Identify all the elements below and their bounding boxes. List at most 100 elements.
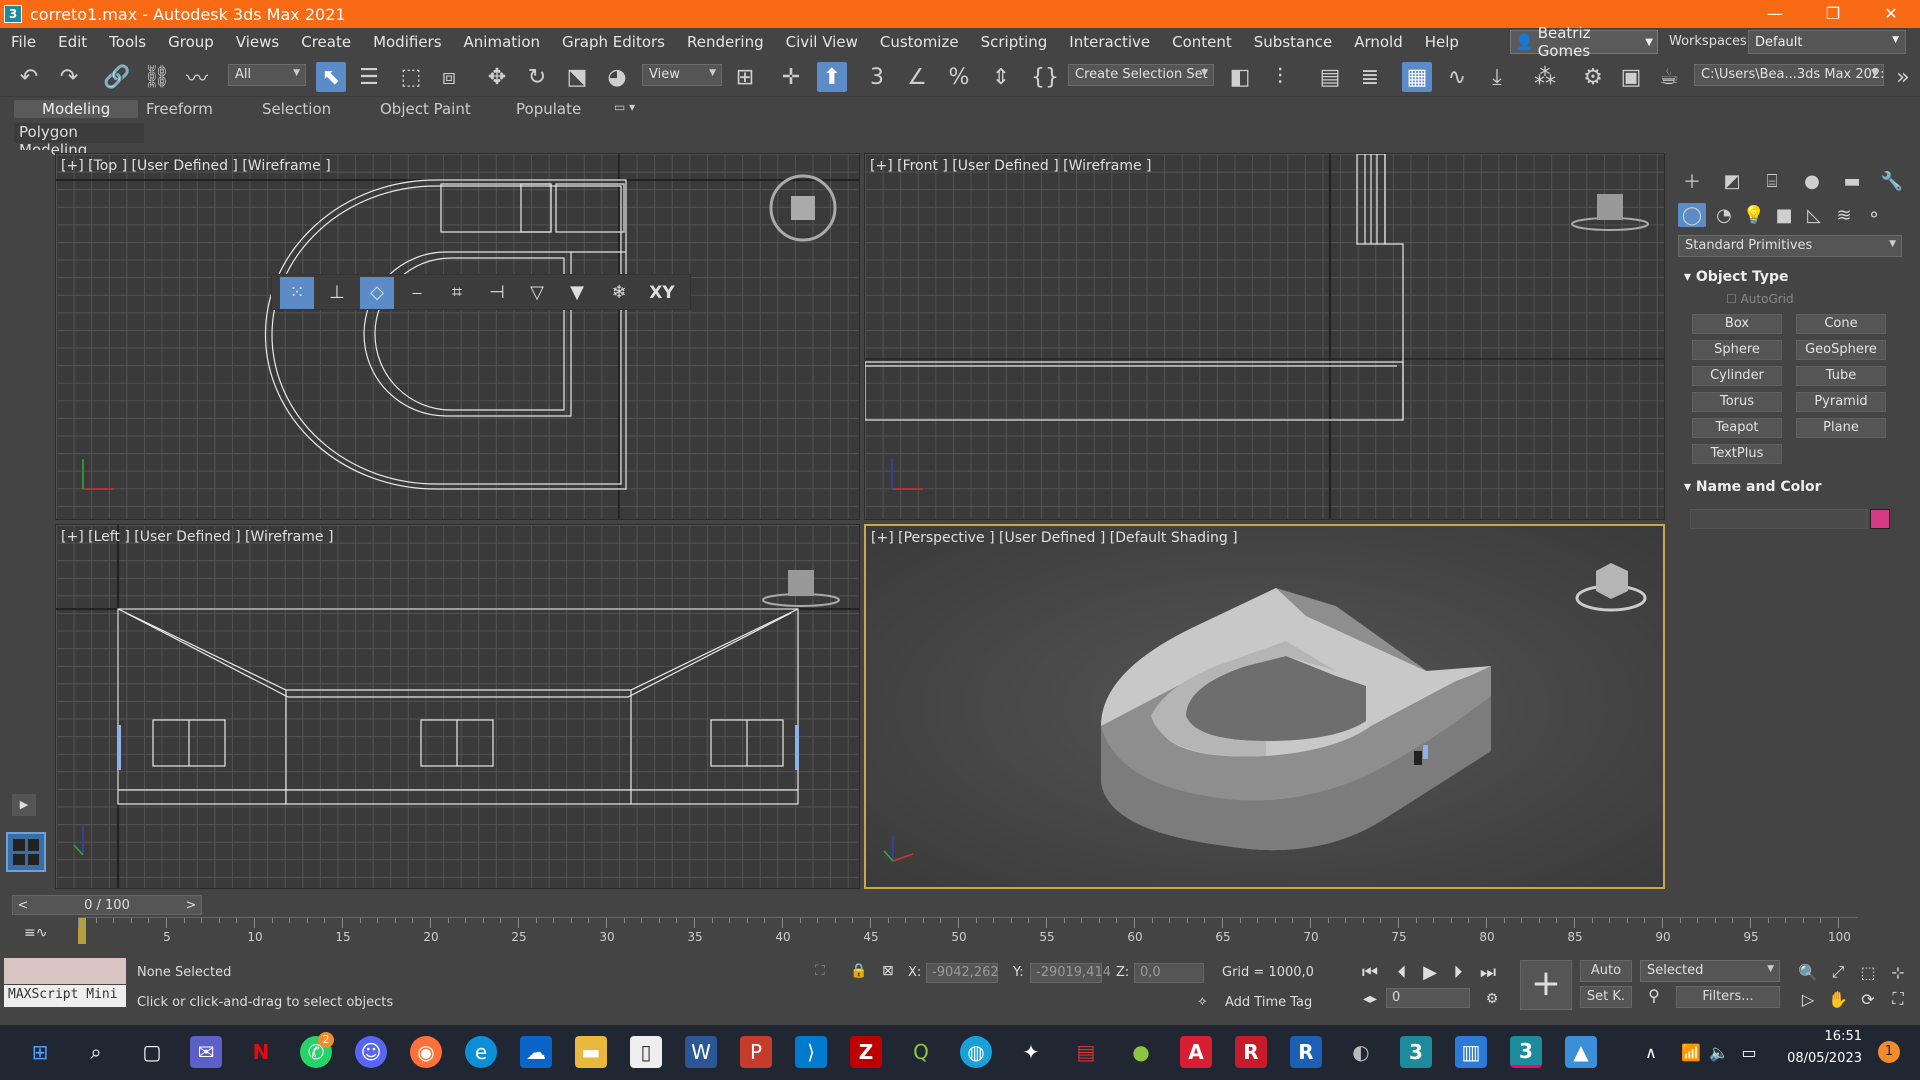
auto-key-button[interactable]: Auto (1580, 960, 1632, 982)
discord-icon[interactable]: ☺ (355, 1036, 387, 1068)
viewport-top[interactable]: [+] [Top ] [User Defined ] [Wireframe ] … (55, 153, 860, 520)
reference-coordinate-dropdown[interactable]: View (642, 64, 722, 86)
window-crossing-icon[interactable]: ⧈ (434, 62, 464, 92)
menu-animation[interactable]: Animation (453, 33, 551, 51)
polygon-modeling-panel[interactable]: Polygon Modeling (14, 123, 144, 159)
maximize-button[interactable]: ❐ (1804, 0, 1862, 28)
link-icon[interactable]: 🔗 (102, 62, 132, 92)
close-button[interactable]: ✕ (1862, 0, 1920, 28)
perpendicular-snap-icon[interactable]: ⌗ (440, 277, 474, 309)
tab-object-paint[interactable]: Object Paint (380, 100, 471, 118)
shapes-icon[interactable]: ◔ (1710, 203, 1738, 227)
time-tag-icon[interactable]: ⟡ (1198, 994, 1207, 1009)
outlook-icon[interactable]: ☁ (520, 1036, 552, 1068)
systems-icon[interactable]: ⚬ (1860, 203, 1888, 227)
geosphere-button[interactable]: GeoSphere (1796, 340, 1886, 360)
pivot-snap-icon[interactable]: ⊥ (320, 277, 354, 309)
space-warps-icon[interactable]: ≋ (1830, 203, 1858, 227)
select-manipulate-icon[interactable]: ✛ (776, 62, 806, 92)
sketchup-icon[interactable]: ◐ (1345, 1036, 1377, 1068)
menu-customize[interactable]: Customize (869, 33, 970, 51)
edge-icon[interactable]: e (465, 1036, 497, 1068)
menu-civil-view[interactable]: Civil View (775, 33, 869, 51)
3dsmax-active-icon[interactable]: 3 (1510, 1036, 1542, 1068)
maxscript-listener-output[interactable] (4, 958, 126, 984)
cone-button[interactable]: Cone (1796, 314, 1886, 334)
menu-views[interactable]: Views (225, 33, 290, 51)
move-icon[interactable]: ✥ (482, 62, 512, 92)
field-of-view-icon[interactable]: ⊹ (1880, 960, 1916, 984)
minimize-button[interactable]: — (1746, 0, 1804, 28)
tab-selection[interactable]: Selection (262, 100, 331, 118)
expand-layouts-icon[interactable]: ▶ (12, 794, 36, 816)
add-time-tag[interactable]: Add Time Tag (1225, 995, 1312, 1010)
ribbon-toggle-icon[interactable]: ▦ (1402, 62, 1432, 92)
object-name-input[interactable] (1690, 509, 1868, 529)
key-filter-selected-dropdown[interactable]: Selected (1640, 960, 1780, 982)
tab-freeform[interactable]: Freeform (146, 100, 213, 118)
helpers-icon[interactable]: ◺ (1800, 203, 1828, 227)
viewport-left-label[interactable]: [+] [Left ] [User Defined ] [Wireframe ] (61, 529, 333, 545)
ribbon-options-icon[interactable]: ▭ ▾ (614, 100, 635, 114)
user-account-dropdown[interactable]: 👤 Beatriz Gomes ▼ (1510, 24, 1658, 60)
menu-tools[interactable]: Tools (98, 33, 157, 51)
torus-button[interactable]: Torus (1692, 392, 1782, 412)
autocad-icon[interactable]: A (1180, 1036, 1212, 1068)
curve-editor-icon[interactable]: ∿ (1442, 62, 1472, 92)
maxscript-mini-input[interactable]: MAXScript Mini (4, 985, 126, 1007)
tab-modeling[interactable]: Modeling (14, 100, 139, 118)
midpoint-snap-icon[interactable]: ⊣ (480, 277, 514, 309)
viewport-perspective[interactable]: [+] [Perspective ] [User Defined ] [Defa… (864, 524, 1665, 889)
z-coordinate-field[interactable]: 0,0 (1134, 963, 1204, 983)
absolute-mode-icon[interactable]: ⊠ (882, 963, 894, 979)
volume-icon[interactable]: 🔈 (1703, 1036, 1735, 1068)
grid-points-snap-icon[interactable]: ⁙ (280, 277, 314, 309)
viewport-top-label[interactable]: [+] [Top ] [User Defined ] [Wireframe ] (61, 158, 331, 174)
project-folder-dropdown[interactable]: C:\Users\Bea...3ds Max 202: (1694, 64, 1884, 86)
selection-lock-icon[interactable]: 🔒 (850, 963, 867, 979)
sphere-button[interactable]: Sphere (1692, 340, 1782, 360)
create-tab-icon[interactable]: ＋ (1678, 169, 1706, 193)
current-frame-field[interactable]: 0 (1386, 988, 1470, 1008)
snaps-toggle-icon[interactable]: 3 (862, 62, 892, 92)
netflix-icon[interactable]: N (245, 1036, 277, 1068)
autogrid-checkbox[interactable]: ☐ AutoGrid (1726, 292, 1794, 306)
percent-snap-icon[interactable]: % (944, 62, 974, 92)
3dsmax-icon[interactable]: 3 (1400, 1036, 1432, 1068)
task-view-icon[interactable]: ▢ (136, 1036, 168, 1068)
chevron-up-icon[interactable]: ∧ (1635, 1036, 1667, 1068)
powerpoint-icon[interactable]: P (740, 1036, 772, 1068)
y-coordinate-field[interactable]: -29019,414 (1030, 963, 1111, 983)
utilities-tab-icon[interactable]: 🔧 (1878, 169, 1906, 193)
unlink-icon[interactable]: ⛓ (142, 62, 172, 92)
default-tangents-icon[interactable]: ⚲ (1640, 986, 1668, 1008)
search-icon[interactable]: ⌕ (80, 1036, 112, 1068)
geometry-icon[interactable]: ◯ (1678, 203, 1706, 227)
viewport-front-label[interactable]: [+] [Front ] [User Defined ] [Wireframe … (870, 158, 1151, 174)
set-key-button[interactable]: + (1520, 960, 1572, 1010)
game-app-icon[interactable]: ✦ (1015, 1036, 1047, 1068)
rotate-icon[interactable]: ↻ (522, 62, 552, 92)
menu-modifiers[interactable]: Modifiers (362, 33, 452, 51)
pdf-app-icon[interactable]: ▤ (1070, 1036, 1102, 1068)
menu-interactive[interactable]: Interactive (1058, 33, 1161, 51)
x-coordinate-field[interactable]: -9042,262 (926, 963, 999, 983)
menu-help[interactable]: Help (1414, 33, 1470, 51)
cameras-icon[interactable]: ■ (1770, 203, 1798, 227)
selection-filter-dropdown[interactable]: All (228, 64, 306, 86)
qgis-icon[interactable]: Q (905, 1036, 937, 1068)
green-app-icon[interactable]: ● (1125, 1036, 1157, 1068)
snap-to-frozen-icon[interactable]: ❄ (602, 277, 636, 309)
time-configuration-icon[interactable]: ⚙ (1474, 987, 1510, 1011)
vscode-icon[interactable]: ⟩ (795, 1036, 827, 1068)
mirror-icon[interactable]: ◧ (1225, 62, 1255, 92)
box-button[interactable]: Box (1692, 314, 1782, 334)
file-explorer-icon[interactable]: ▬ (575, 1036, 607, 1068)
key-filters-button[interactable]: Filters... (1676, 986, 1780, 1008)
align-icon[interactable]: ⫶ (1265, 62, 1295, 92)
select-by-name-icon[interactable]: ☰ (354, 62, 384, 92)
bind-space-warp-icon[interactable]: 〰 (182, 62, 212, 92)
workspace-dropdown[interactable]: Default ▼ (1748, 30, 1906, 54)
viewport-front[interactable]: [+] [Front ] [User Defined ] [Wireframe … (864, 153, 1665, 520)
menu-create[interactable]: Create (290, 33, 362, 51)
